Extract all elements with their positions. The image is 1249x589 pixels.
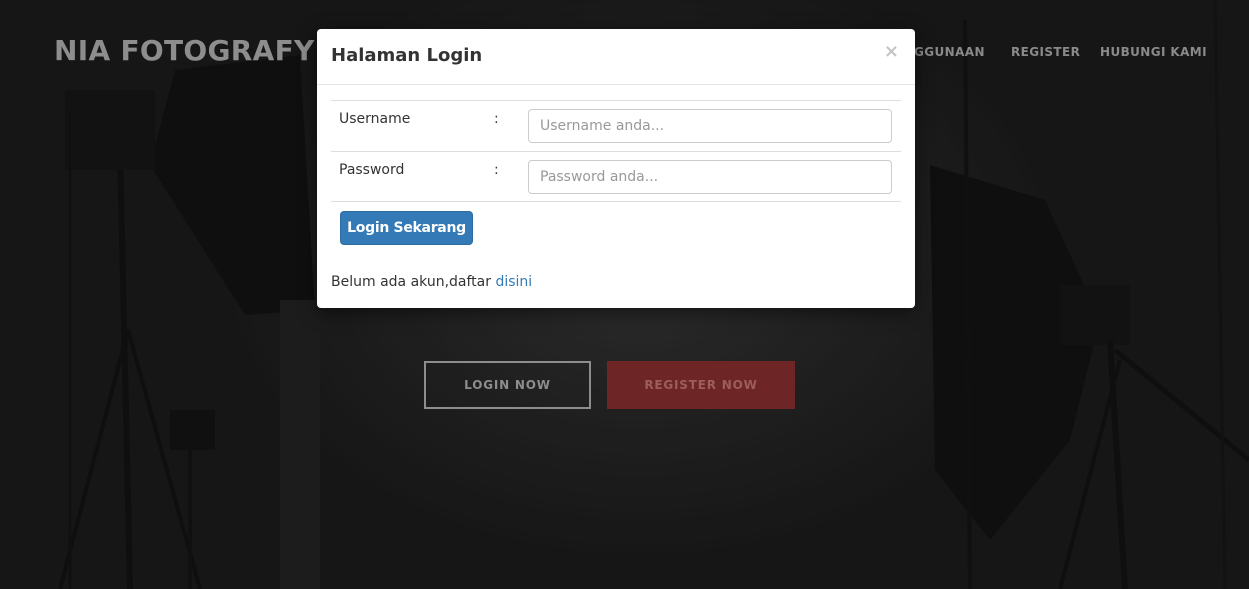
- signup-link[interactable]: disini: [495, 274, 532, 290]
- username-colon: :: [494, 111, 499, 127]
- login-modal: Halaman Login × Username : Password : Lo…: [317, 29, 915, 308]
- username-label: Username: [339, 111, 411, 127]
- hero-register-now-button[interactable]: REGISTER NOW: [607, 361, 795, 409]
- password-row: Password :: [331, 151, 901, 202]
- nav-item-penggunaan[interactable]: GGUNAAN: [914, 45, 985, 59]
- modal-title: Halaman Login: [331, 45, 483, 66]
- login-submit-button[interactable]: Login Sekarang: [340, 211, 473, 245]
- password-input[interactable]: [528, 160, 892, 194]
- login-form: Username : Password :: [331, 100, 901, 202]
- modal-header: Halaman Login ×: [317, 29, 915, 85]
- signup-prompt: Belum ada akun,daftar disini: [331, 274, 532, 290]
- username-row: Username :: [331, 100, 901, 151]
- nav-item-register[interactable]: REGISTER: [1011, 45, 1080, 59]
- nav-item-hubungi-kami[interactable]: HUBUNGI KAMI: [1100, 45, 1207, 59]
- password-label: Password: [339, 162, 405, 178]
- username-input[interactable]: [528, 109, 892, 143]
- hero-login-now-button[interactable]: LOGIN NOW: [424, 361, 591, 409]
- close-icon[interactable]: ×: [884, 41, 899, 62]
- brand-logo[interactable]: NIA FOTOGRAFY: [54, 34, 315, 67]
- signup-text: Belum ada akun,daftar: [331, 274, 491, 290]
- password-colon: :: [494, 162, 499, 178]
